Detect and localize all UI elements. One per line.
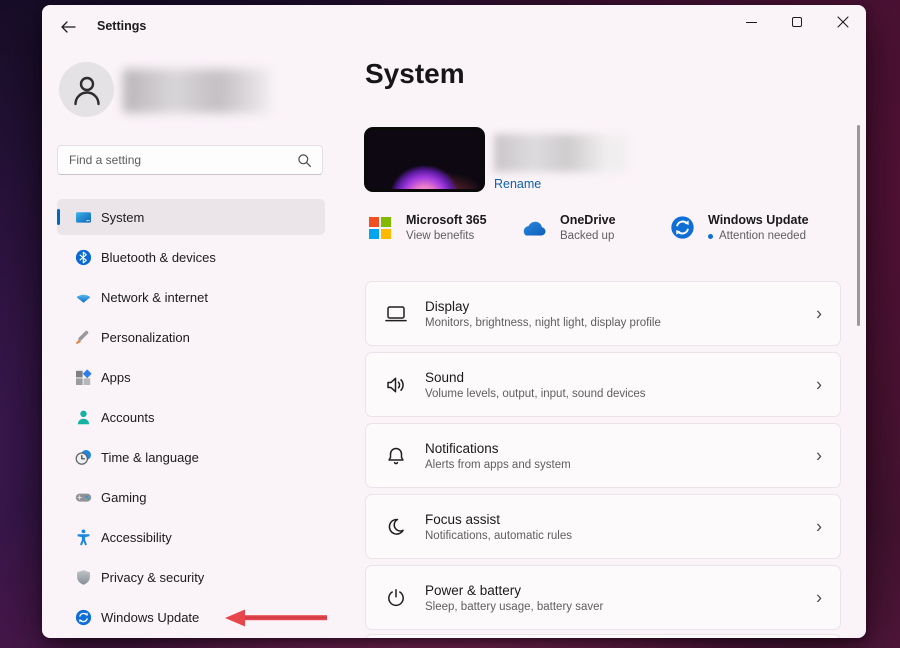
person-icon xyxy=(71,73,103,107)
rename-link[interactable]: Rename xyxy=(494,177,541,191)
page-title: System xyxy=(365,58,465,90)
user-avatar[interactable] xyxy=(59,62,114,117)
sidebar-item-apps[interactable]: Apps xyxy=(57,359,325,395)
card-subtitle: Volume levels, output, input, sound devi… xyxy=(425,388,646,400)
selected-accent-bar xyxy=(57,209,60,225)
microsoft-365-icon xyxy=(365,217,395,239)
close-button[interactable] xyxy=(820,5,866,39)
desktop-wallpaper: Settings Find a setting xyxy=(0,0,900,648)
accessibility-icon xyxy=(75,529,92,546)
sidebar-item-network-internet[interactable]: Network & internet xyxy=(57,279,325,315)
time-language-icon xyxy=(75,449,92,466)
card-subtitle: Notifications, automatic rules xyxy=(425,530,572,542)
status-tile-microsoft-365[interactable]: Microsoft 365 View benefits xyxy=(365,213,487,242)
annotation-arrow-icon xyxy=(225,608,329,633)
sidebar-item-time-language[interactable]: Time & language xyxy=(57,439,325,475)
sidebar-item-label: Accessibility xyxy=(101,530,172,545)
user-name-redacted xyxy=(123,69,270,113)
maximize-button[interactable] xyxy=(774,5,820,39)
settings-card-display[interactable]: Display Monitors, brightness, night ligh… xyxy=(365,281,841,346)
power-battery-icon xyxy=(384,586,408,610)
chevron-right-icon: › xyxy=(816,374,822,395)
chevron-right-icon: › xyxy=(816,587,822,608)
sidebar-item-label: System xyxy=(101,210,144,225)
sidebar-item-accounts[interactable]: Accounts xyxy=(57,399,325,435)
card-title: Sound xyxy=(425,370,646,385)
card-subtitle: Sleep, battery usage, battery saver xyxy=(425,601,603,613)
notifications-icon xyxy=(384,444,408,468)
window-title: Settings xyxy=(97,19,146,33)
display-icon xyxy=(384,302,408,326)
search-icon xyxy=(297,153,312,168)
sidebar-item-privacy-security[interactable]: Privacy & security xyxy=(57,559,325,595)
card-title: Power & battery xyxy=(425,583,603,598)
settings-window: Settings Find a setting xyxy=(42,5,866,638)
settings-card-power-battery[interactable]: Power & battery Sleep, battery usage, ba… xyxy=(365,565,841,630)
tile-subtitle: Backed up xyxy=(560,230,616,242)
accounts-icon xyxy=(75,409,92,426)
vertical-scrollbar[interactable] xyxy=(857,125,860,326)
tile-subtitle: Attention needed xyxy=(708,230,809,242)
system-icon xyxy=(75,209,92,226)
sound-icon xyxy=(384,373,408,397)
sidebar-item-accessibility[interactable]: Accessibility xyxy=(57,519,325,555)
back-arrow-icon xyxy=(59,19,77,35)
sidebar-item-label: Personalization xyxy=(101,330,190,345)
focus-assist-icon xyxy=(384,515,408,539)
search-placeholder: Find a setting xyxy=(58,153,297,167)
search-input[interactable]: Find a setting xyxy=(57,145,323,175)
apps-icon xyxy=(75,369,92,386)
settings-card-partial[interactable] xyxy=(365,634,841,638)
status-tile-onedrive[interactable]: OneDrive Backed up xyxy=(519,213,616,242)
status-tile-windows-update[interactable]: Windows Update Attention needed xyxy=(667,213,809,242)
sidebar-item-label: Bluetooth & devices xyxy=(101,250,216,265)
settings-card-focus-assist[interactable]: Focus assist Notifications, automatic ru… xyxy=(365,494,841,559)
tile-subtitle: View benefits xyxy=(406,230,487,242)
sidebar-item-gaming[interactable]: Gaming xyxy=(57,479,325,515)
windows-update-icon xyxy=(667,215,697,240)
settings-card-list: Display Monitors, brightness, night ligh… xyxy=(365,281,841,636)
sidebar-item-label: Privacy & security xyxy=(101,570,204,585)
close-icon xyxy=(837,16,849,28)
sidebar-item-label: Accounts xyxy=(101,410,154,425)
privacy-security-icon xyxy=(75,569,92,586)
card-title: Display xyxy=(425,299,661,314)
back-button[interactable] xyxy=(52,13,84,41)
sidebar-nav: System Bluetooth & devices xyxy=(57,199,325,638)
tile-title: Windows Update xyxy=(708,213,809,227)
gaming-icon xyxy=(75,489,92,506)
sidebar-item-bluetooth-devices[interactable]: Bluetooth & devices xyxy=(57,239,325,275)
sidebar-item-label: Apps xyxy=(101,370,131,385)
chevron-right-icon: › xyxy=(816,516,822,537)
device-preview-image xyxy=(364,127,485,192)
sidebar-item-personalization[interactable]: Personalization xyxy=(57,319,325,355)
sidebar-item-label: Gaming xyxy=(101,490,147,505)
card-title: Notifications xyxy=(425,441,571,456)
bluetooth-icon xyxy=(75,249,92,266)
settings-card-notifications[interactable]: Notifications Alerts from apps and syste… xyxy=(365,423,841,488)
personalization-icon xyxy=(75,329,92,346)
attention-dot xyxy=(708,234,713,239)
sidebar-item-label: Windows Update xyxy=(101,610,199,625)
network-icon xyxy=(75,289,92,306)
minimize-icon xyxy=(746,22,757,23)
settings-card-sound[interactable]: Sound Volume levels, output, input, soun… xyxy=(365,352,841,417)
minimize-button[interactable] xyxy=(728,5,774,39)
card-title: Focus assist xyxy=(425,512,572,527)
sidebar-item-label: Time & language xyxy=(101,450,199,465)
tile-title: Microsoft 365 xyxy=(406,213,487,227)
maximize-icon xyxy=(792,17,802,27)
device-name-redacted xyxy=(494,134,627,172)
card-subtitle: Monitors, brightness, night light, displ… xyxy=(425,317,661,329)
card-subtitle: Alerts from apps and system xyxy=(425,459,571,471)
sidebar-item-system[interactable]: System xyxy=(57,199,325,235)
sidebar-item-label: Network & internet xyxy=(101,290,208,305)
tile-title: OneDrive xyxy=(560,213,616,227)
chevron-right-icon: › xyxy=(816,303,822,324)
windows-update-icon xyxy=(75,609,92,626)
chevron-right-icon: › xyxy=(816,445,822,466)
onedrive-icon xyxy=(519,218,549,238)
